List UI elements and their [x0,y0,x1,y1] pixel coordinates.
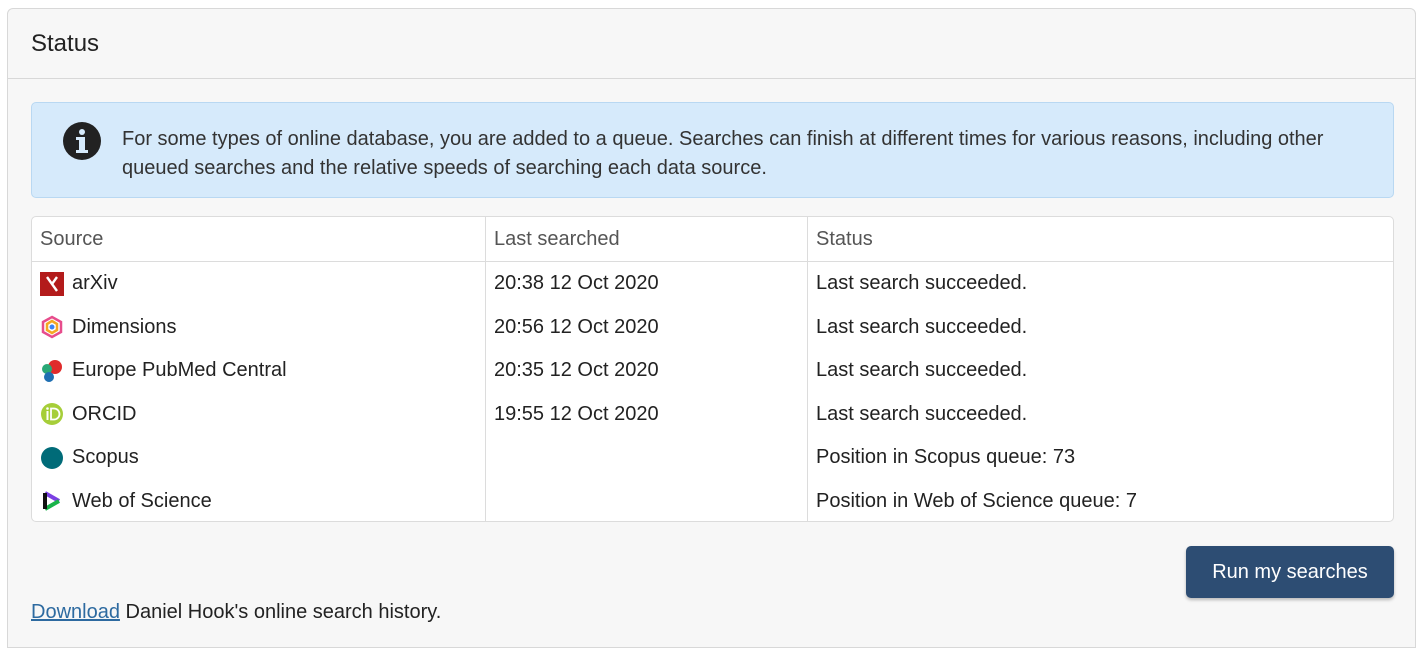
orcid-icon [41,403,63,426]
table-row: arXiv 20:38 12 Oct 2020 Last search succ… [32,261,1393,306]
table-row: Web of Science Position in Web of Scienc… [32,479,1393,521]
header-last-searched: Last searched [485,217,808,262]
source-name: Web of Science [72,489,212,512]
dimensions-icon [41,315,63,339]
source-name: Europe PubMed Central [72,359,287,382]
status-text: Position in Web of Science queue: 7 [816,489,1137,512]
download-link[interactable]: Download [31,601,120,623]
last-searched: 20:38 12 Oct 2020 [485,261,808,306]
run-searches-button[interactable]: Run my searches [1186,546,1394,598]
table-row: ORCID 19:55 12 Oct 2020 Last search succ… [32,392,1393,436]
table-row: Dimensions 20:56 12 Oct 2020 Last search… [32,305,1393,349]
source-name: arXiv [72,272,118,295]
sources-table: Source Last searched Status arXiv 20:38 … [31,216,1394,522]
source-name: Scopus [72,446,139,469]
status-text: Last search succeeded. [816,315,1028,338]
status-panel: Status For some types of online database… [7,8,1416,648]
header-source: Source [32,217,486,262]
status-text: Last search succeeded. [816,402,1028,425]
alert-text: For some types of online database, you a… [122,128,1324,179]
header-status: Status [807,217,1393,262]
download-history-line: Download Daniel Hook's online search his… [31,601,441,624]
table-row: Europe PubMed Central 20:35 12 Oct 2020 … [32,349,1393,393]
last-searched: 20:35 12 Oct 2020 [485,349,808,393]
panel-header: Status [8,9,1415,79]
panel-title: Status [31,29,100,57]
info-alert: For some types of online database, you a… [31,102,1394,198]
status-text: Last search succeeded. [816,359,1028,382]
last-searched [485,479,808,521]
table-header-row: Source Last searched Status [32,217,1393,262]
info-icon [63,122,101,160]
last-searched [485,436,808,480]
status-text: Last search succeeded. [816,272,1028,295]
scopus-icon [41,446,63,469]
source-name: Dimensions [72,315,177,338]
table-row: Scopus Position in Scopus queue: 73 [32,436,1393,480]
europe-pmc-icon [42,359,62,382]
last-searched: 19:55 12 Oct 2020 [485,392,808,436]
status-text: Position in Scopus queue: 73 [816,446,1076,469]
source-name: ORCID [72,402,137,425]
web-of-science-icon [43,491,60,511]
arxiv-icon [40,271,64,296]
download-history-text: Daniel Hook's online search history. [119,601,442,623]
last-searched: 20:56 12 Oct 2020 [485,305,808,349]
top-strip [0,0,1420,8]
